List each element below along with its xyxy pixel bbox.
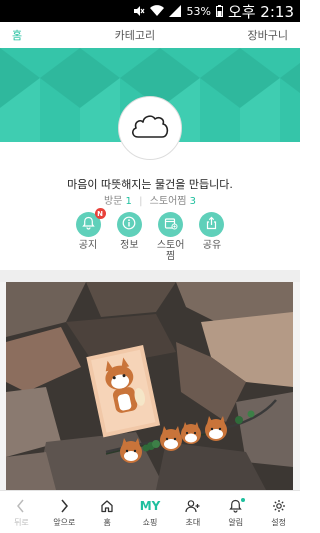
alerts-label: 알림 bbox=[228, 517, 244, 527]
info-circle bbox=[116, 212, 142, 237]
info-button[interactable]: 정보 bbox=[113, 212, 145, 264]
notice-button[interactable]: N 공지 bbox=[72, 208, 106, 264]
stats-divider: | bbox=[139, 196, 143, 207]
home-button[interactable]: 홈 bbox=[86, 491, 129, 533]
cloud-icon bbox=[130, 113, 170, 143]
settings-button[interactable]: 설정 bbox=[257, 491, 300, 533]
product-image[interactable] bbox=[6, 282, 293, 490]
mute-icon bbox=[133, 5, 145, 17]
visits-label: 방문 bbox=[103, 196, 123, 207]
chevron-right-icon bbox=[59, 497, 69, 515]
wifi-icon bbox=[150, 5, 165, 17]
bell-icon bbox=[81, 215, 95, 234]
section-divider bbox=[0, 270, 300, 282]
share-button[interactable]: 공유 bbox=[196, 212, 228, 264]
share-icon bbox=[205, 215, 218, 234]
shopping-label: 쇼핑 bbox=[142, 517, 158, 527]
invite-label: 초대 bbox=[185, 517, 201, 527]
share-circle bbox=[199, 212, 225, 237]
favorites-count: 3 bbox=[189, 196, 197, 207]
store-favorite-button[interactable]: 스토어 찜 bbox=[155, 212, 187, 264]
notice-circle: N bbox=[75, 208, 106, 237]
top-nav: 홈 카테고리 장바구니 bbox=[0, 22, 300, 48]
store-logo[interactable] bbox=[118, 96, 182, 160]
gear-icon bbox=[272, 497, 286, 515]
favorites-label: 스토어찜 bbox=[149, 196, 187, 207]
store-favorite-icon bbox=[164, 215, 178, 234]
status-bar: 53% 오후 2:13 bbox=[0, 0, 300, 22]
forward-button[interactable]: 앞으로 bbox=[43, 491, 86, 533]
signal-icon bbox=[169, 5, 182, 17]
info-label: 정보 bbox=[120, 240, 139, 251]
tab-cart[interactable]: 장바구니 bbox=[248, 27, 288, 43]
store-tagline: 마음이 따뜻해지는 물건을 만듭니다. bbox=[67, 178, 233, 191]
my-icon: MY bbox=[140, 497, 161, 515]
product-section bbox=[0, 282, 300, 490]
battery-icon bbox=[215, 5, 223, 17]
store-favorite-label: 스토어 찜 bbox=[156, 240, 185, 262]
home-icon bbox=[100, 497, 114, 515]
info-icon bbox=[122, 215, 136, 234]
battery-level: 53% bbox=[186, 4, 211, 18]
invite-button[interactable]: 초대 bbox=[171, 491, 214, 533]
forward-label: 앞으로 bbox=[53, 517, 76, 527]
add-user-icon bbox=[185, 497, 201, 515]
alerts-button[interactable]: 알림 bbox=[214, 491, 257, 533]
notice-label: 공지 bbox=[78, 240, 98, 251]
home-label: 홈 bbox=[103, 517, 111, 527]
tab-category[interactable]: 카테고리 bbox=[115, 27, 155, 43]
tab-home[interactable]: 홈 bbox=[12, 27, 22, 43]
chevron-left-icon bbox=[16, 497, 26, 515]
alert-dot bbox=[241, 498, 246, 502]
settings-label: 설정 bbox=[271, 517, 286, 527]
favorite-circle bbox=[158, 212, 184, 237]
back-label: 뒤로 bbox=[14, 517, 29, 527]
visits-count: 1 bbox=[125, 196, 132, 207]
my-shopping-button[interactable]: MY 쇼핑 bbox=[129, 491, 172, 533]
clock: 오후 2:13 bbox=[227, 2, 294, 21]
bottom-navigation: 뒤로 앞으로 홈 MY 쇼핑 초대 알림 설정 bbox=[0, 490, 300, 533]
share-label: 공유 bbox=[202, 240, 222, 251]
my-text: MY bbox=[139, 498, 161, 513]
store-actions: N 공지 정보 스토어 찜 공유 bbox=[72, 208, 228, 264]
store-stats: 방문 1 | 스토어찜 3 bbox=[0, 192, 300, 207]
back-button[interactable]: 뒤로 bbox=[0, 491, 43, 533]
new-badge: N bbox=[94, 208, 106, 219]
